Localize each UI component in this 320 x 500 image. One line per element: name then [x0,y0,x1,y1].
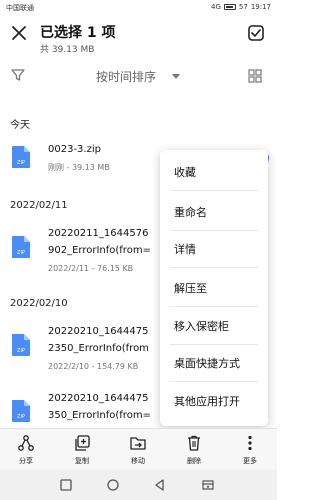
file-name-line2: 902_ErrorInfo(from= [48,245,151,256]
filter-sort-row: 按时间排序 [0,62,277,90]
menu-divider [170,344,258,345]
file-meta: 刚刚 - 39.13 MB [48,163,110,172]
select-all-icon[interactable] [247,24,265,42]
file-name-line2: 350_ErrorInfo(from= [48,410,151,421]
signal-label: 4G [211,3,221,11]
menu-item-details[interactable]: 详情 [174,241,196,257]
share-icon [18,435,34,451]
notification-panel-icon[interactable] [200,477,216,493]
zip-icon: ZIP [12,334,30,356]
menu-item-favorite[interactable]: 收藏 [174,164,196,180]
menu-divider [170,230,258,231]
delete-button[interactable]: 删除 [174,434,214,468]
back-icon[interactable] [152,477,168,493]
bottom-action-bar: 分享 复制 移动 删除 更多 [0,428,277,470]
section-header-date: 2022/02/11 [10,200,68,211]
delete-label: 删除 [187,457,201,465]
file-meta: 2022/2/10 - 154.79 KB [48,362,139,371]
menu-item-move-to-safe[interactable]: 移入保密柜 [174,318,229,334]
file-name: 0023-3.zip [48,144,101,155]
status-bar: 中国联通 4G 57 19:17 [0,0,277,14]
menu-divider [170,381,258,382]
copy-button[interactable]: 复制 [62,434,102,468]
menu-item-desktop-shortcut[interactable]: 桌面快捷方式 [174,355,240,371]
selection-title: 已选择 1 项 [40,25,116,41]
file-name-line1: 20220211_1644576 [48,228,149,239]
selection-size: 共 39.13 MB [40,45,95,55]
grid-view-icon[interactable] [247,68,263,84]
move-icon [130,437,146,450]
move-label: 移动 [131,457,145,465]
copy-icon [75,435,90,451]
carrier-label: 中国联通 [6,4,34,12]
status-right: 4G 57 19:17 [211,3,271,11]
menu-divider [170,306,258,307]
zip-icon: ZIP [12,146,30,168]
file-name-line1: 20220210_1644475 [48,326,149,337]
sort-dropdown[interactable]: 按时间排序 [96,68,156,85]
zip-icon: ZIP [12,400,30,422]
svg-text:ZIP: ZIP [17,348,25,354]
share-label: 分享 [19,457,33,465]
menu-divider [170,267,258,268]
selection-header: 已选择 1 项 共 39.13 MB [0,14,277,60]
home-icon[interactable] [105,477,121,493]
chevron-down-icon[interactable] [172,74,180,79]
menu-item-extract-to[interactable]: 解压至 [174,280,207,296]
section-header-date: 2022/02/10 [10,298,68,309]
file-meta: 2022/2/11 - 76.15 KB [48,264,134,273]
filter-icon[interactable] [10,67,26,83]
more-vertical-icon [248,435,252,451]
file-name-line1: 20220210_1644475 [48,393,149,404]
clock: 19:17 [250,3,271,11]
copy-label: 复制 [75,457,89,465]
svg-text:ZIP: ZIP [17,250,25,256]
svg-text:ZIP: ZIP [17,414,25,420]
menu-divider [170,190,258,191]
file-name-line2: 2350_ErrorInfo(from [48,343,149,354]
recents-icon[interactable] [58,477,74,493]
menu-item-open-with[interactable]: 其他应用打开 [174,393,240,409]
svg-text:ZIP: ZIP [17,160,25,166]
move-button[interactable]: 移动 [118,434,158,468]
share-button[interactable]: 分享 [6,434,46,468]
system-nav-bar [0,470,277,500]
more-options-menu: 收藏 重命名 详情 解压至 移入保密柜 桌面快捷方式 其他应用打开 [160,150,268,426]
section-header-today: 今天 [10,120,30,131]
battery-icon [223,4,236,10]
more-label: 更多 [243,457,257,465]
close-icon[interactable] [10,24,28,42]
menu-item-rename[interactable]: 重命名 [174,204,207,220]
trash-icon [188,435,200,451]
more-button[interactable]: 更多 [230,434,270,468]
zip-icon: ZIP [12,236,30,258]
battery-level: 57 [238,3,248,11]
